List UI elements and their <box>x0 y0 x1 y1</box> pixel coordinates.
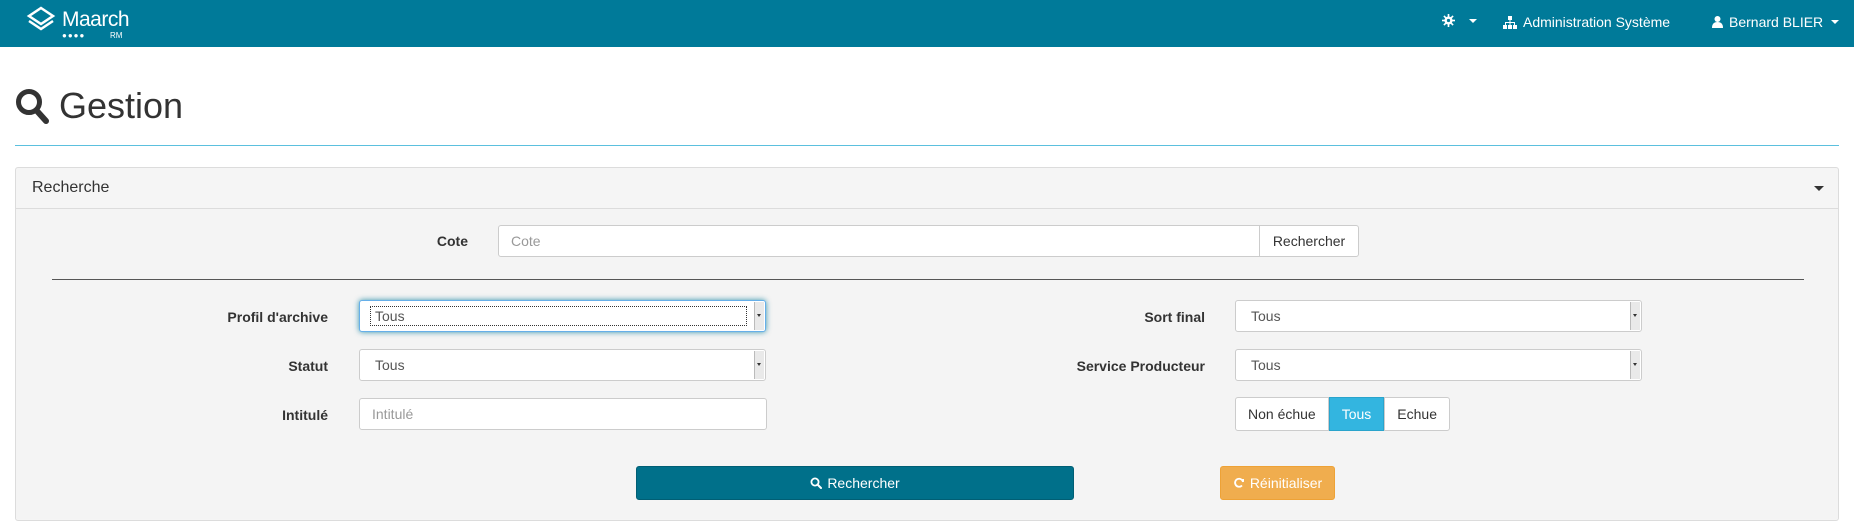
statut-select[interactable]: Tous <box>359 349 766 381</box>
refresh-icon <box>1234 477 1244 488</box>
search-panel-title: Recherche <box>32 179 110 196</box>
page-title: Gestion <box>15 85 183 127</box>
chevron-down-icon <box>1469 18 1477 23</box>
chevron-down-icon <box>1831 20 1840 24</box>
cote-label: Cote <box>436 233 468 249</box>
brand-name: Maarch <box>62 8 130 31</box>
cote-search-button[interactable]: Rechercher <box>1259 225 1359 257</box>
page-title-text: Gestion <box>59 85 184 126</box>
user-icon <box>1712 16 1723 28</box>
brand-logo[interactable]: Maarch ●●●● RM <box>26 6 136 40</box>
cote-input[interactable] <box>498 225 1260 257</box>
chevron-down-icon <box>1630 302 1640 330</box>
echeance-echue-button[interactable]: Echue <box>1384 397 1450 431</box>
search-panel-header[interactable]: Recherche <box>16 168 1838 209</box>
search-button[interactable]: Rechercher <box>636 466 1074 500</box>
user-menu[interactable]: Bernard BLIER <box>1712 14 1840 30</box>
admin-menu-link[interactable]: Administration Système <box>1503 14 1670 30</box>
service-select[interactable]: Tous <box>1235 349 1642 381</box>
profil-select-value: Tous <box>370 306 747 326</box>
statut-select-value: Tous <box>375 357 405 373</box>
profil-label: Profil d'archive <box>227 309 328 325</box>
search-button-label: Rechercher <box>827 475 900 491</box>
admin-menu-label: Administration Système <box>1523 14 1671 30</box>
profil-select[interactable]: Tous <box>359 300 766 332</box>
statut-label: Statut <box>288 358 328 374</box>
intitule-label: Intitulé <box>282 407 328 423</box>
top-navbar: Maarch ●●●● RM Administration Système Be… <box>0 0 1854 47</box>
settings-menu[interactable] <box>1442 14 1477 27</box>
divider <box>52 279 1804 280</box>
intitule-input[interactable] <box>359 398 767 430</box>
maarch-logo-icon <box>26 6 56 31</box>
search-icon <box>810 477 823 489</box>
page-header: Gestion <box>15 85 1839 146</box>
service-select-value: Tous <box>1251 357 1281 373</box>
sitemap-icon <box>1503 15 1517 29</box>
search-icon <box>16 89 49 124</box>
sort-final-select[interactable]: Tous <box>1235 300 1642 332</box>
brand-subtitle: RM <box>110 31 123 40</box>
sort-final-label: Sort final <box>1144 309 1205 325</box>
caret-down-icon[interactable] <box>1814 186 1824 191</box>
chevron-down-icon <box>754 302 764 330</box>
reset-button[interactable]: Réinitialiser <box>1220 466 1335 500</box>
chevron-down-icon <box>754 351 764 379</box>
reset-button-label: Réinitialiser <box>1249 475 1323 491</box>
echeance-tous-button[interactable]: Tous <box>1328 397 1385 431</box>
user-name: Bernard BLIER <box>1729 14 1824 30</box>
gear-icon <box>1442 14 1455 27</box>
service-label: Service Producteur <box>1076 358 1205 374</box>
echeance-non-echue-button[interactable]: Non échue <box>1235 397 1329 431</box>
chevron-down-icon <box>1630 351 1640 379</box>
echeance-toggle-group: Non échue Tous Echue <box>1235 397 1450 431</box>
sort-final-select-value: Tous <box>1251 308 1281 324</box>
brand-dots: ●●●● <box>62 31 86 40</box>
